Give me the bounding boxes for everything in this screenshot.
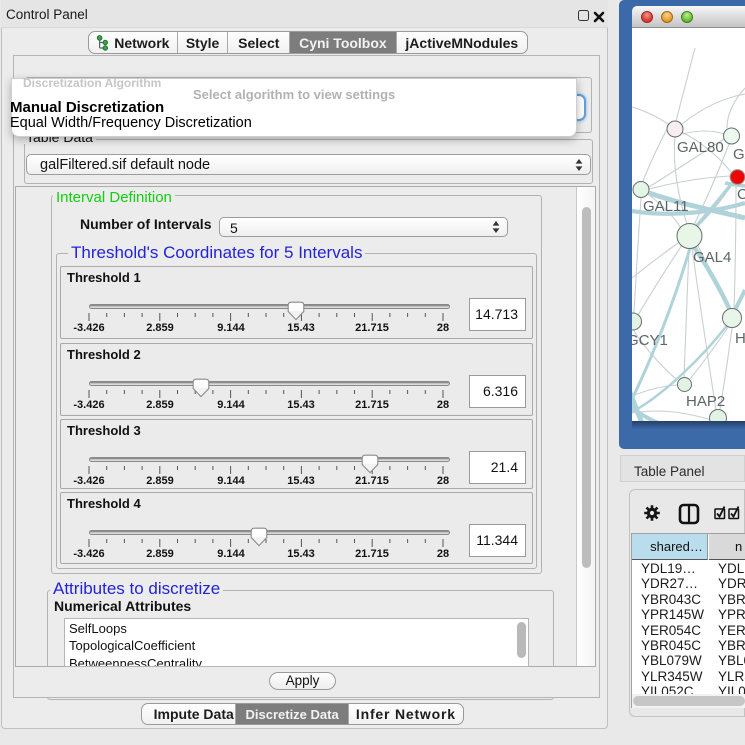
svg-text:GAL80: GAL80 xyxy=(677,139,724,156)
svg-text:GCY1: GCY1 xyxy=(632,332,668,349)
svg-text:HAP2: HAP2 xyxy=(686,393,725,410)
svg-text:C: C xyxy=(737,186,745,203)
svg-text:GAL11: GAL11 xyxy=(643,198,689,215)
svg-text:GA: GA xyxy=(733,146,745,163)
svg-text:GAL4: GAL4 xyxy=(693,249,731,266)
svg-text:H: H xyxy=(735,330,745,347)
